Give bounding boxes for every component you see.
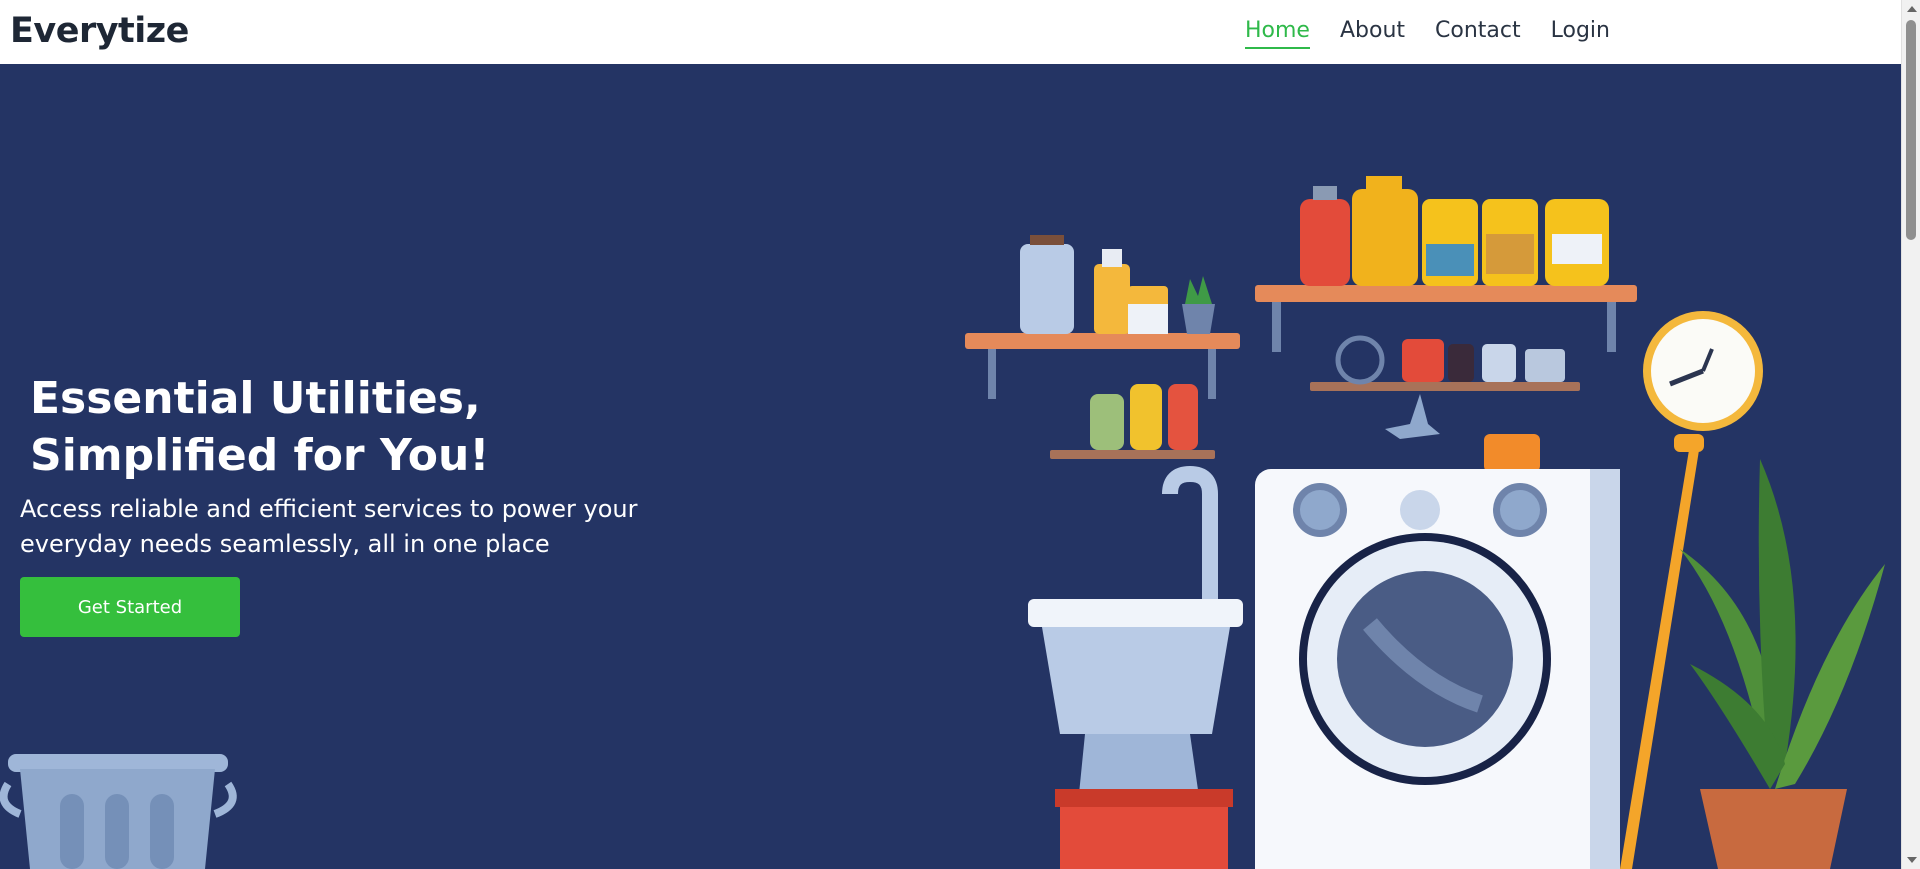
brand-logo[interactable]: Everytize xyxy=(10,11,189,51)
scroll-thumb[interactable] xyxy=(1906,20,1916,240)
plant-icon xyxy=(1680,459,1885,869)
sink-icon xyxy=(1028,465,1243,869)
scroll-up-arrow-icon[interactable] xyxy=(1907,6,1917,12)
left-shelf-icon xyxy=(965,235,1240,399)
laundry-basket-icon xyxy=(0,754,237,869)
clock-icon xyxy=(1643,311,1763,431)
lower-left-shelf-icon xyxy=(1050,384,1215,459)
hero-title: Essential Utilities, Simplified for You! xyxy=(30,373,490,481)
nav-login-link[interactable]: Login xyxy=(1551,18,1610,49)
hero-subtitle: Access reliable and efficient services t… xyxy=(20,495,638,558)
right-mid-shelf-icon xyxy=(1310,335,1580,391)
hero-section: Essential Utilities, Simplified for You!… xyxy=(0,64,1901,869)
washing-machine-icon xyxy=(1255,394,1620,869)
right-top-shelf-icon xyxy=(1255,176,1637,352)
main-nav: Home About Contact Login xyxy=(1245,18,1640,49)
mop-icon xyxy=(1620,434,1704,869)
nav-about-link[interactable]: About xyxy=(1340,18,1405,49)
scroll-down-arrow-icon[interactable] xyxy=(1907,857,1917,863)
site-header: Everytize Home About Contact Login xyxy=(0,0,1901,64)
nav-contact-link[interactable]: Contact xyxy=(1435,18,1521,49)
get-started-button[interactable]: Get Started xyxy=(20,577,240,637)
page-scrollbar[interactable] xyxy=(1901,0,1920,869)
nav-home-link[interactable]: Home xyxy=(1245,18,1310,49)
